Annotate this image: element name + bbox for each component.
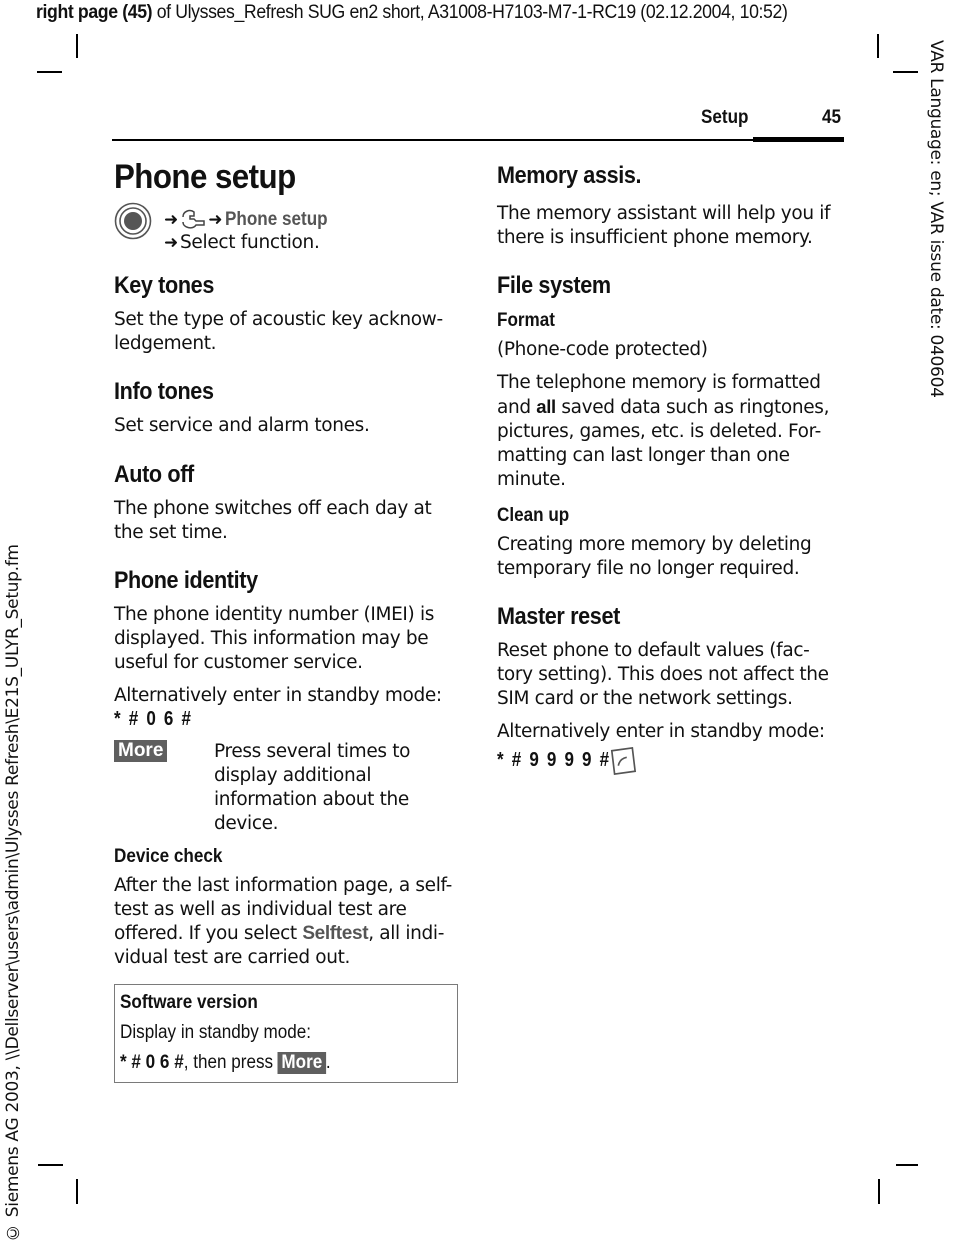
device-check-text: After the last information page, a self-… (114, 874, 459, 971)
format-note: (Phone-code protected) (497, 339, 708, 361)
header-rule-accent (753, 137, 844, 142)
more-softkey-row: More Press several times to display addi… (114, 739, 464, 838)
master-reset-text: Reset phone to default values (fac-tory … (497, 640, 829, 710)
period: . (325, 1051, 331, 1073)
phone-identity-text: The phone identity number (IMEI) is disp… (114, 604, 435, 674)
arrow-right-icon: ➜ (164, 232, 178, 253)
wrench-icon (182, 209, 205, 229)
arrow-right-icon: ➜ (208, 210, 223, 230)
software-version-code: * # 0 6 # (120, 1051, 184, 1073)
right-column: Memory assis. The memory assistant will … (497, 158, 847, 778)
page-number: 45 (822, 107, 842, 128)
more-softkey: More (277, 1051, 326, 1074)
left-column: Phone setup ➜ ➜ Phone setup ➜ Select fun… (114, 158, 464, 1083)
format-text: The telephone memory is formatted and al… (497, 371, 842, 493)
heading-file-system: File system (497, 272, 611, 300)
auto-off-text: The phone switches off each day at the s… (114, 497, 432, 543)
imei-code: * # 0 6 # (114, 707, 193, 730)
crop-mark (38, 1164, 63, 1166)
menu-instruction: Select function. (179, 232, 320, 253)
memory-assis-text: The memory assistant will help you if th… (497, 203, 831, 249)
then-press-text: , then press (183, 1051, 278, 1073)
selftest-term: Selftest (302, 923, 369, 945)
crop-mark (37, 71, 62, 73)
copyright-file-path: © Siemens AG 2003, \\Dellserver\users\ad… (3, 544, 23, 1242)
heading-clean-up: Clean up (497, 504, 570, 526)
side-margin-note: VAR Language: en; VAR issue date: 040604 (926, 40, 946, 398)
heading-master-reset: Master reset (497, 603, 620, 631)
heading-auto-off: Auto off (114, 460, 194, 488)
heading-phone-identity: Phone identity (114, 567, 258, 595)
heading-format: Format (497, 310, 555, 332)
menu-path: ➜ ➜ Phone setup ➜ Select function. (114, 198, 464, 256)
navigation-key-icon (114, 202, 152, 240)
crop-mark (76, 1179, 78, 1204)
more-softkey: More (114, 739, 168, 762)
print-header-page-ref: right page (45) (36, 2, 153, 23)
key-tones-text: Set the type of acoustic key acknow-ledg… (114, 309, 443, 355)
software-version-box: Software version Display in standby mode… (114, 983, 458, 1083)
master-reset-code: * # 9 9 9 9 # (497, 749, 611, 772)
heading-memory-assis: Memory assis. (497, 162, 642, 189)
arrow-right-icon: ➜ (164, 210, 179, 230)
software-version-instruction: Display in standby mode: (120, 1021, 312, 1043)
running-header-section: Setup (701, 107, 749, 128)
crop-mark (877, 34, 879, 58)
crop-mark (893, 71, 918, 73)
crop-mark (896, 1164, 918, 1166)
end-call-key-icon (610, 746, 636, 775)
heading-info-tones: Info tones (114, 378, 214, 406)
phone-identity-alt-text: Alternatively enter in standby mode: (114, 684, 442, 706)
info-tones-text: Set service and alarm tones. (114, 415, 370, 437)
print-header-text: of Ulysses_Refresh SUG en2 short, A31008… (152, 2, 788, 23)
clean-up-text: Creating more memory by deleting tempora… (497, 533, 812, 579)
crop-mark (878, 1179, 880, 1204)
print-header: right page (45) of Ulysses_Refresh SUG e… (36, 2, 788, 24)
page-title: Phone setup (114, 158, 296, 196)
crop-mark (76, 34, 78, 58)
menu-item-phone-setup: Phone setup (224, 209, 328, 230)
heading-device-check: Device check (114, 845, 223, 867)
master-reset-alt-text: Alternatively enter in standby mode: (497, 720, 825, 742)
format-all-emphasis: all (536, 395, 556, 417)
header-rule (112, 139, 754, 141)
heading-key-tones: Key tones (114, 272, 214, 299)
more-softkey-description: Press several times to display additiona… (214, 740, 411, 835)
software-version-title: Software version (120, 991, 258, 1013)
